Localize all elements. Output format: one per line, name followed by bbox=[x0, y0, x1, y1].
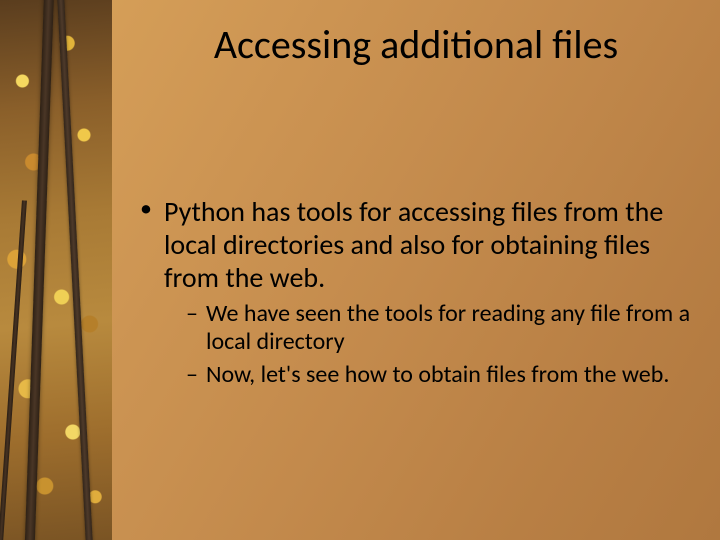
sub-bullet-item: We have seen the tools for reading any f… bbox=[186, 300, 692, 357]
sub-bullet-list: We have seen the tools for reading any f… bbox=[164, 300, 692, 389]
slide-title: Accessing additional files bbox=[112, 20, 720, 69]
sub-bullet-item: Now, let's see how to obtain files from … bbox=[186, 361, 692, 389]
bullet-item: Python has tools for accessing files fro… bbox=[138, 195, 692, 389]
slide-content: Accessing additional files Python has to… bbox=[112, 0, 720, 540]
sub-bullet-text: Now, let's see how to obtain files from … bbox=[206, 360, 669, 389]
sub-bullet-text: We have seen the tools for reading any f… bbox=[206, 299, 690, 356]
slide-body: Python has tools for accessing files fro… bbox=[138, 195, 692, 399]
bullet-list: Python has tools for accessing files fro… bbox=[138, 195, 692, 389]
decorative-photo-strip bbox=[0, 0, 112, 540]
slide: Accessing additional files Python has to… bbox=[0, 0, 720, 540]
bullet-text: Python has tools for accessing files fro… bbox=[164, 194, 663, 295]
